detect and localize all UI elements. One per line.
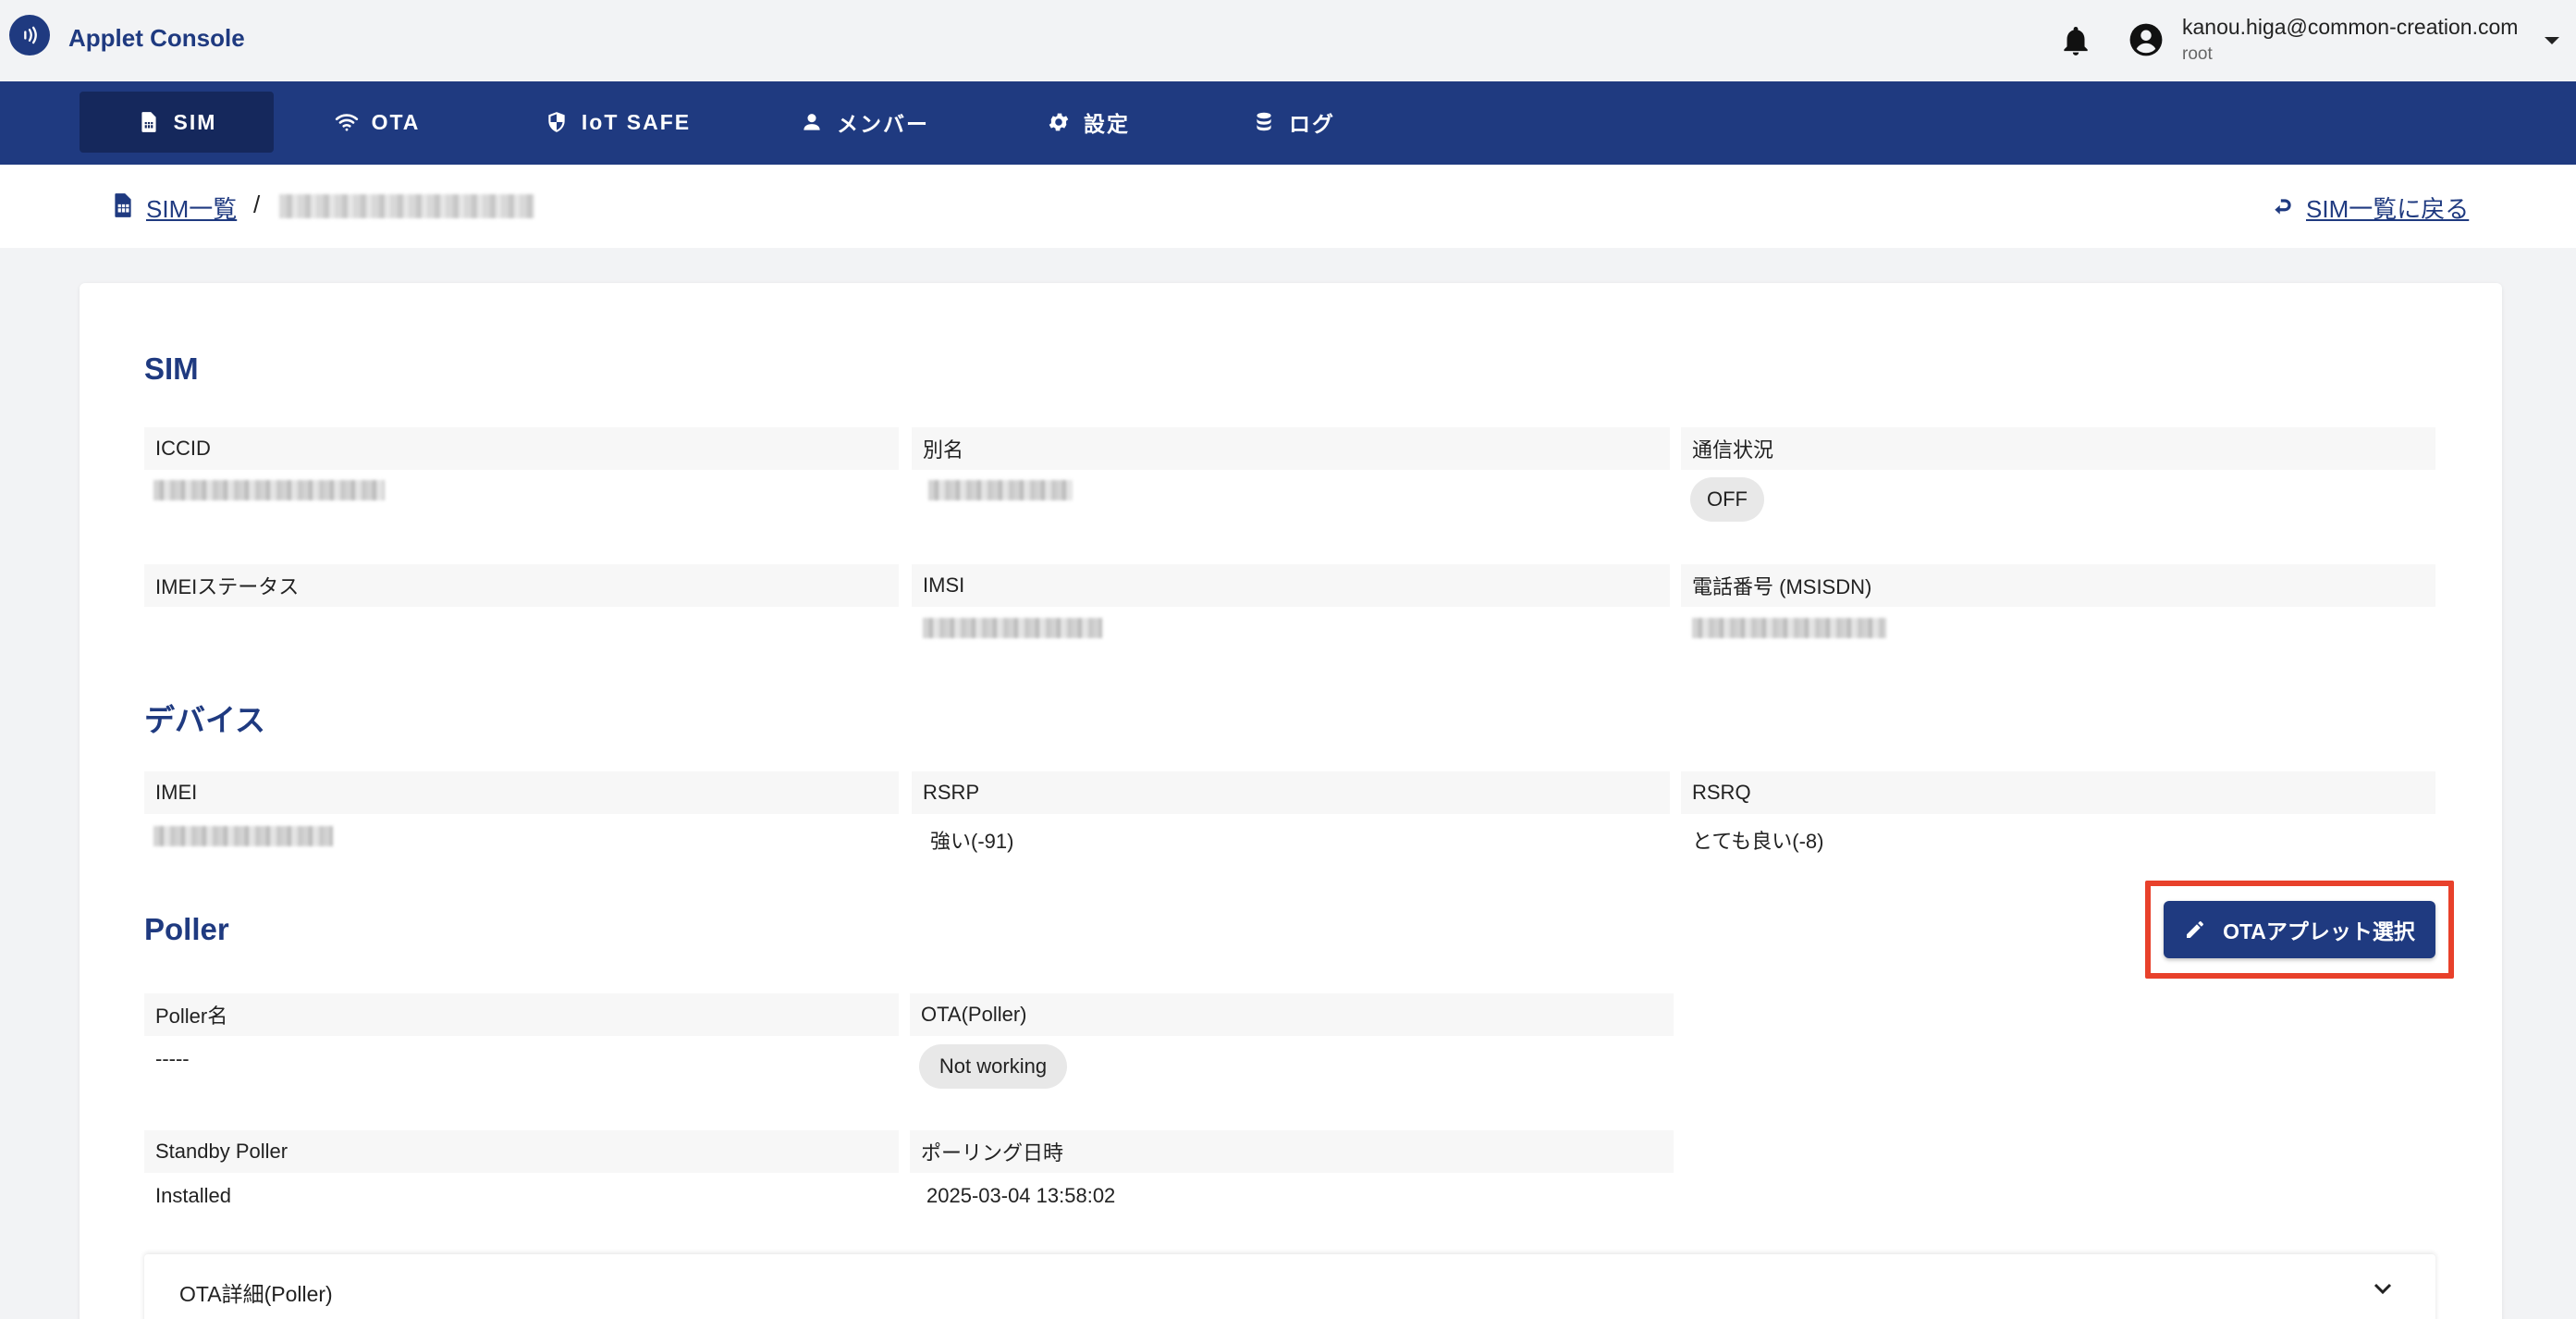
nav-item-label: OTA (371, 109, 421, 134)
bell-icon[interactable] (2058, 22, 2093, 59)
rsrp-value: 強い(-91) (930, 830, 1014, 853)
rsrq-label: RSRQ (1681, 771, 2435, 814)
breadcrumb-separator: / (253, 191, 261, 218)
poller-name-value: ----- (155, 1047, 190, 1070)
iccid-value: 8981100000000000000 (153, 480, 385, 500)
chevron-down-icon[interactable] (2373, 1282, 2393, 1297)
account-circle-icon[interactable] (2128, 22, 2164, 57)
section-title-poller: Poller (144, 912, 229, 946)
nav-item-label: IoT SAFE (581, 109, 692, 134)
wifi-icon (335, 114, 358, 131)
back-to-sim-list-link[interactable]: SIM一覧に戻る (2306, 191, 2469, 225)
poller-name-label: Poller名 (144, 993, 899, 1036)
standby-poller-value: Installed (155, 1184, 231, 1207)
msisdn-value: 0000000000000 (1692, 618, 1886, 638)
nav-item-label: ログ (1289, 112, 1335, 136)
section-title-sim: SIM (144, 351, 199, 386)
breadcrumb-link-sim-list[interactable]: SIM一覧 (146, 191, 237, 225)
sim-card-icon (141, 112, 156, 132)
comm-status-chip: OFF (1690, 477, 1764, 522)
nav-item-logs[interactable]: ログ (1243, 92, 1344, 153)
ota-applet-select-label: OTAアプレット選択 (2223, 919, 2415, 943)
app-logo-icon[interactable] (9, 15, 50, 55)
database-icon (1257, 112, 1271, 131)
shield-icon (548, 112, 565, 132)
comm-status-label: 通信状況 (1681, 427, 2435, 470)
imei-status-label: IMEIステータス (144, 564, 899, 607)
app-title[interactable]: Applet Console (68, 24, 245, 53)
imei-value: 350000000000000 (153, 826, 333, 846)
section-title-device: デバイス (144, 703, 266, 737)
nav-item-label: メンバー (837, 112, 929, 136)
ota-poller-label: OTA(Poller) (910, 993, 1674, 1036)
pencil-icon (2187, 921, 2204, 938)
nav-item-iot-safe[interactable]: IoT SAFE (534, 92, 701, 153)
gear-icon (1049, 113, 1069, 131)
polling-datetime-value: 2025-03-04 13:58:02 (926, 1184, 1116, 1207)
person-icon (803, 114, 820, 130)
accordion-title: OTA詳細(Poller) (179, 1282, 333, 1306)
nav-item-settings[interactable]: 設定 (1037, 92, 1139, 153)
chevron-down-icon[interactable] (2541, 33, 2563, 48)
ota-poller-chip: Not working (919, 1044, 1067, 1089)
alias-value: test-iphone (928, 480, 1073, 500)
rsrq-value: とても良い(-8) (1692, 830, 1824, 853)
nav-item-members[interactable]: メンバー (795, 92, 934, 153)
iccid-label: ICCID (144, 427, 899, 470)
nav-item-label: SIM (173, 109, 217, 134)
polling-datetime-label: ポーリング日時 (910, 1130, 1674, 1173)
nav-item-ota[interactable]: OTA (320, 92, 435, 153)
rsrp-label: RSRP (912, 771, 1670, 814)
standby-poller-label: Standby Poller (144, 1130, 899, 1173)
nav-item-label: 設定 (1084, 112, 1130, 136)
breadcrumb: SIM一覧 / 8981100000000000000 SIM一覧に戻る (0, 165, 2576, 248)
top-bar: Applet Console kanou.higa@common-creatio… (0, 0, 2576, 81)
alias-label: 別名 (912, 427, 1670, 470)
sim-card-icon (115, 193, 131, 217)
msisdn-label: 電話番号 (MSISDN) (1681, 564, 2435, 607)
nav-item-sim[interactable]: SIM (80, 92, 274, 153)
ota-applet-select-button[interactable]: OTAアプレット選択 (2164, 901, 2435, 958)
ota-detail-accordion[interactable]: OTA詳細(Poller) (144, 1254, 2435, 1319)
imsi-value: 440100000000000 (923, 618, 1102, 638)
return-arrow-icon[interactable] (2271, 195, 2295, 219)
user-email[interactable]: kanou.higa@common-creation.com (2182, 15, 2518, 40)
main-nav: SIM OTA IoT SAFE メンバー 設定 ログ (0, 81, 2576, 165)
user-role: root (2182, 44, 2213, 64)
imsi-label: IMSI (912, 564, 1670, 607)
breadcrumb-current: 8981100000000000000 (279, 194, 534, 218)
imei-label: IMEI (144, 771, 899, 814)
